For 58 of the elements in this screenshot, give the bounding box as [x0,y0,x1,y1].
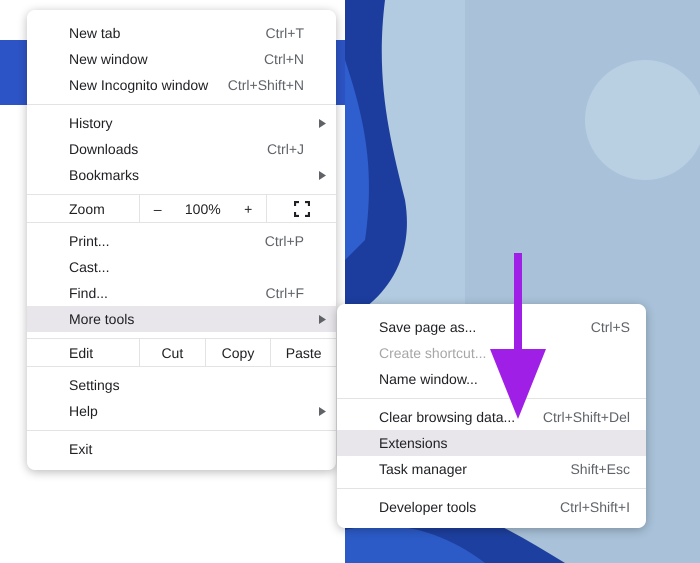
edit-action-button[interactable]: Copy [218,344,258,360]
menu-item[interactable]: Task manager Shift+Esc [337,456,646,482]
menu-item[interactable]: Find... Ctrl+F [27,280,336,306]
item-label: More tools [69,311,136,327]
menu-item[interactable]: Bookmarks [27,162,336,188]
item-label: New Incognito window [69,77,210,93]
item-label: Settings [69,377,121,393]
edit-action-button[interactable]: Cut [157,344,188,360]
edit-action-button[interactable]: Paste [282,344,326,360]
shortcut-label: Ctrl+T [266,25,304,41]
menu-item[interactable]: Extensions [337,430,646,456]
shortcut-label: Ctrl+Shift+N [228,77,304,93]
item-label: Clear browsing data... [379,409,516,425]
menu-item[interactable]: Settings [27,372,336,398]
menu-item[interactable]: New tab Ctrl+T [27,20,336,46]
shortcut-label: Ctrl+Shift+Del [542,409,630,425]
item-label: New tab [69,25,122,41]
zoom-label: Zoom [27,195,140,222]
item-label: Create shortcut... [379,345,488,361]
item-label: Task manager [379,461,468,477]
menu-item[interactable]: Clear browsing data... Ctrl+Shift+Del [337,404,646,430]
item-label: Print... [69,233,110,249]
menu-item[interactable]: History [27,110,336,136]
menu-item[interactable]: New window Ctrl+N [27,46,336,72]
item-label: Cast... [69,259,110,275]
item-label: Save page as... [379,319,478,335]
menu-item[interactable]: More tools [27,306,336,332]
item-label: Help [69,403,99,419]
shortcut-label: Ctrl+F [266,285,304,301]
menu-item[interactable]: Name window... [337,366,646,392]
item-label: Name window... [379,371,479,387]
zoom-in-button[interactable]: + [240,200,256,216]
menu-item[interactable]: Print... Ctrl+P [27,228,336,254]
menu-item[interactable]: Developer tools Ctrl+Shift+I [337,494,646,520]
fullscreen-icon[interactable] [294,200,310,216]
item-label: Extensions [379,435,448,451]
menu-item[interactable]: New Incognito window Ctrl+Shift+N [27,72,336,98]
shortcut-label: Ctrl+S [590,319,630,335]
shortcut-label: Ctrl+Shift+I [560,499,630,515]
edit-label: Edit [27,339,140,366]
item-label: Downloads [69,141,140,157]
menu-item[interactable]: Save page as... Ctrl+S [337,314,646,340]
item-label: History [69,115,114,131]
menu-item[interactable]: Cast... [27,254,336,280]
shortcut-label: Ctrl+J [267,141,304,157]
item-label: New window [69,51,149,67]
zoom-out-button[interactable]: – [150,200,166,216]
shortcut-label: Ctrl+P [264,233,304,249]
item-label: Bookmarks [69,167,140,183]
shortcut-label: Ctrl+N [264,51,304,67]
item-label: Exit [69,441,94,457]
menu-item[interactable]: Help [27,398,336,424]
shortcut-label: Shift+Esc [570,461,630,477]
menu-item[interactable]: Exit [27,436,336,462]
zoom-level: 100% [184,200,221,216]
item-label: Find... [69,285,109,301]
item-label: Developer tools [379,499,478,515]
menu-item[interactable]: Downloads Ctrl+J [27,136,336,162]
